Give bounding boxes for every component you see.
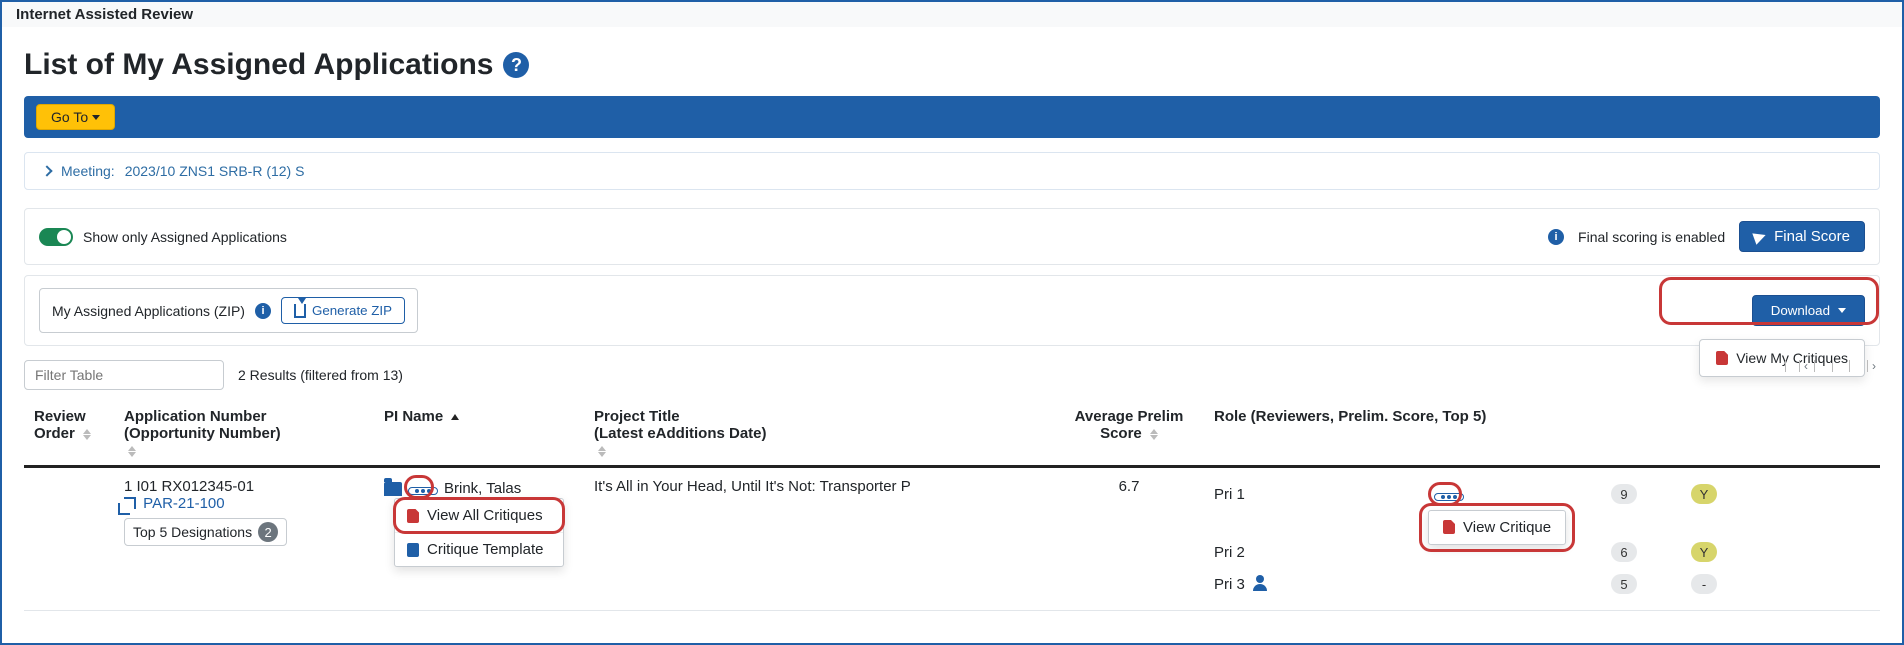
role-row: Pri 3 5 - xyxy=(1214,568,1870,600)
cell-role: Pri 1 View Critique xyxy=(1204,467,1880,611)
help-icon[interactable]: ? xyxy=(503,52,529,78)
col-avg-prelim-score[interactable]: Average Prelim Score xyxy=(1054,400,1204,467)
role-label: Pri 1 xyxy=(1214,486,1414,503)
toggle-label: Show only Assigned Applications xyxy=(83,229,287,245)
sort-icon xyxy=(83,429,91,440)
application-number: 1 I01 RX012345-01 xyxy=(124,478,364,495)
zip-label: My Assigned Applications (ZIP) xyxy=(52,303,245,319)
top5-label: Top 5 Designations xyxy=(133,524,252,540)
download-icon xyxy=(294,304,306,318)
top5-pill: Y xyxy=(1691,484,1717,504)
final-score-button[interactable]: Final Score xyxy=(1739,221,1865,252)
info-icon[interactable]: i xyxy=(255,303,271,319)
opportunity-number: PAR-21-100 xyxy=(143,495,224,512)
top5-pill: - xyxy=(1691,574,1717,594)
top5-designations-badge[interactable]: Top 5 Designations 2 xyxy=(124,518,287,546)
zip-row: My Assigned Applications (ZIP) i Generat… xyxy=(24,275,1880,346)
prelim-score-pill: 9 xyxy=(1611,484,1637,504)
meeting-value: 2023/10 ZNS1 SRB-R (12) S xyxy=(125,163,305,179)
pagination-partial[interactable]: ‹ › xyxy=(1785,360,1880,372)
sort-icon xyxy=(128,446,136,457)
download-label: Download xyxy=(1771,303,1830,318)
cell-review-order xyxy=(24,467,114,611)
pi-actions-menu: View All Critiques Critique Template xyxy=(394,498,564,567)
col-pi-name[interactable]: PI Name xyxy=(374,400,584,467)
folder-icon[interactable] xyxy=(384,482,402,496)
goto-button[interactable]: Go To xyxy=(36,104,115,130)
action-bar: Go To xyxy=(24,96,1880,138)
word-icon xyxy=(407,543,419,557)
final-score-label: Final Score xyxy=(1774,228,1850,245)
role-label: Pri 3 xyxy=(1214,575,1414,593)
role-actions-menu-button[interactable] xyxy=(1434,493,1464,501)
col-label: Average Prelim Score xyxy=(1075,408,1184,442)
cell-avg-score: 6.7 xyxy=(1054,467,1204,611)
col-project-title[interactable]: Project Title (Latest eAdditions Date) xyxy=(584,400,1054,467)
zip-box: My Assigned Applications (ZIP) i Generat… xyxy=(39,288,418,333)
sort-icon xyxy=(451,414,459,420)
caret-down-icon xyxy=(1838,308,1846,313)
assigned-toggle[interactable] xyxy=(39,228,73,246)
table-row: 1 I01 RX012345-01 PAR-21-100 Top 5 Desig… xyxy=(24,467,1880,611)
meeting-label: Meeting: xyxy=(61,163,115,179)
role-label: Pri 2 xyxy=(1214,544,1414,561)
goto-label: Go To xyxy=(51,109,88,125)
meeting-panel[interactable]: Meeting: 2023/10 ZNS1 SRB-R (12) S xyxy=(24,152,1880,190)
col-review-order[interactable]: Review Order xyxy=(24,400,114,467)
info-icon[interactable]: i xyxy=(1548,229,1564,245)
col-label: Application Number xyxy=(124,408,267,425)
critique-template-item[interactable]: Critique Template xyxy=(395,532,563,566)
sort-icon xyxy=(1150,429,1158,440)
cell-pi-name: Brink, Talas View All Critiques Critique… xyxy=(374,467,584,611)
paper-plane-icon xyxy=(1752,229,1767,244)
col-sublabel: (Latest eAdditions Date) xyxy=(594,425,1044,442)
role-actions-menu[interactable]: View Critique xyxy=(1428,510,1566,545)
prelim-score-pill: 6 xyxy=(1611,542,1637,562)
pi-name: Brink, Talas xyxy=(444,480,521,497)
window-title: Internet Assisted Review xyxy=(2,2,1902,28)
prelim-score-pill: 5 xyxy=(1611,574,1637,594)
top5-pill: Y xyxy=(1691,542,1717,562)
external-link-icon xyxy=(124,497,136,509)
caret-down-icon xyxy=(92,115,100,120)
col-sublabel: (Opportunity Number) xyxy=(124,425,364,442)
filter-row: 2 Results (filtered from 13) ‹ › xyxy=(24,360,1880,390)
menu-label: View All Critiques xyxy=(427,507,543,524)
menu-label: Critique Template xyxy=(427,541,543,558)
pdf-icon xyxy=(407,509,419,523)
results-count: 2 Results (filtered from 13) xyxy=(238,367,403,383)
cell-application: 1 I01 RX012345-01 PAR-21-100 Top 5 Desig… xyxy=(114,467,374,611)
role-row: Pri 1 View Critique xyxy=(1214,478,1870,510)
pdf-icon xyxy=(1443,520,1455,534)
col-role: Role (Reviewers, Prelim. Score, Top 5) xyxy=(1204,400,1880,467)
filter-input[interactable] xyxy=(24,360,224,390)
controls-row: Show only Assigned Applications i Final … xyxy=(24,208,1880,265)
download-button[interactable]: Download xyxy=(1752,295,1865,326)
sort-icon xyxy=(598,446,606,457)
col-label: Role (Reviewers, Prelim. Score, Top 5) xyxy=(1214,408,1486,425)
view-all-critiques-item[interactable]: View All Critiques xyxy=(395,499,563,532)
final-scoring-status: Final scoring is enabled xyxy=(1578,229,1725,245)
applications-table: Review Order Application Number (Opportu… xyxy=(24,400,1880,611)
page-heading: List of My Assigned Applications xyxy=(24,48,493,82)
opportunity-link[interactable]: PAR-21-100 xyxy=(124,495,225,512)
top5-count: 2 xyxy=(258,522,278,542)
user-icon xyxy=(1253,575,1267,589)
col-application-number[interactable]: Application Number (Opportunity Number) xyxy=(114,400,374,467)
col-label: Project Title xyxy=(594,408,680,425)
cell-project-title: It's All in Your Head, Until It's Not: T… xyxy=(584,467,1054,611)
generate-zip-button[interactable]: Generate ZIP xyxy=(281,297,405,324)
pi-actions-menu-button[interactable] xyxy=(408,487,438,495)
chevron-right-icon xyxy=(41,165,52,176)
generate-zip-label: Generate ZIP xyxy=(312,303,392,318)
menu-label: View Critique xyxy=(1463,519,1551,536)
col-label: PI Name xyxy=(384,408,443,425)
col-label: Review Order xyxy=(34,408,86,442)
role-text: Pri 3 xyxy=(1214,576,1245,593)
